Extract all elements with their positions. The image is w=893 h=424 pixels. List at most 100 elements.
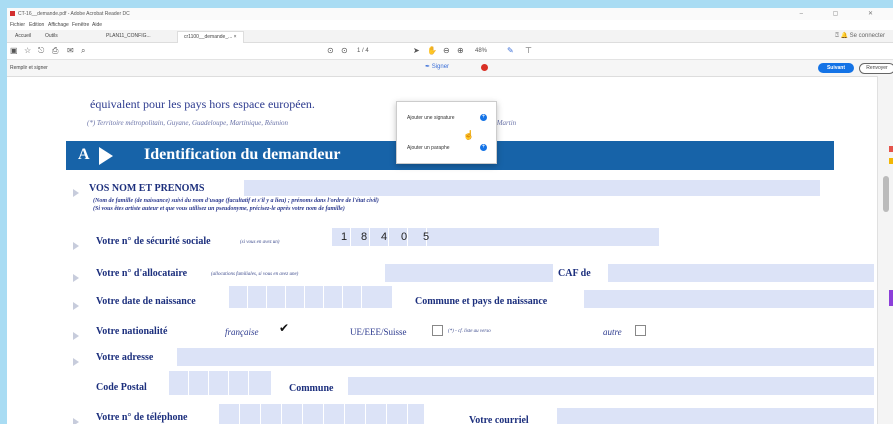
comment-marker[interactable]: [889, 158, 893, 164]
birth-date-cell[interactable]: [286, 286, 305, 308]
postal-code-cell[interactable]: [209, 371, 229, 395]
annotate-icon[interactable]: ✎: [507, 46, 514, 55]
name-help-1: (Nom de famille (de naissance) suivi du …: [93, 198, 379, 204]
commune-field[interactable]: [348, 377, 874, 395]
birth-date-cell[interactable]: [305, 286, 324, 308]
page-up-icon[interactable]: ⊙: [327, 46, 334, 55]
ss-hint: (si vous en avez un): [240, 240, 280, 245]
nationality-french-label: française: [225, 327, 259, 337]
window-controls[interactable]: – ▢ ✕: [800, 10, 887, 17]
birthplace-field[interactable]: [584, 290, 874, 308]
scrollbar-thumb[interactable]: [883, 176, 889, 212]
birth-date-cell[interactable]: [362, 286, 393, 308]
phone-cell[interactable]: [219, 404, 240, 424]
other-checkbox[interactable]: [635, 325, 646, 336]
birth-date-cell[interactable]: [248, 286, 267, 308]
add-initials-option[interactable]: Ajouter un paraphe: [407, 145, 450, 151]
birth-date-cell[interactable]: [343, 286, 362, 308]
phone-cell[interactable]: [303, 404, 324, 424]
menu-edit[interactable]: Edition: [29, 22, 44, 28]
tab-tools[interactable]: Outils: [45, 33, 58, 39]
ss-digit: 4: [381, 231, 388, 243]
menu-window[interactable]: Fenêtre: [72, 22, 89, 28]
tab-document-1[interactable]: PLAN11_CONFIG...: [106, 33, 151, 39]
bullet-arrow-icon: [73, 332, 79, 340]
window-title: CT-16__demande.pdf - Adobe Acrobat Reade…: [18, 11, 130, 17]
menu-help[interactable]: Aide: [92, 22, 102, 28]
next-button[interactable]: Suivant: [818, 63, 854, 73]
zoom-in-icon[interactable]: ⊕: [457, 46, 464, 55]
postal-code-cell[interactable]: [229, 371, 249, 395]
mouse-cursor-icon: ☝: [463, 130, 475, 140]
zoom-out-icon[interactable]: ⊖: [443, 46, 450, 55]
phone-cell[interactable]: [261, 404, 282, 424]
comment-marker[interactable]: [889, 146, 893, 152]
page-down-icon[interactable]: ⊙: [341, 46, 348, 55]
address-label: Votre adresse: [96, 352, 154, 363]
phone-cell[interactable]: [387, 404, 408, 424]
color-picker-dot[interactable]: [481, 64, 488, 71]
search-icon[interactable]: ⌕: [81, 46, 85, 56]
upload-icon[interactable]: ⎋: [38, 46, 44, 56]
fill-sign-label: Remplir et signer: [10, 65, 48, 71]
allocataire-field[interactable]: [385, 264, 553, 282]
right-scroll-panel: [877, 76, 893, 424]
phone-cell[interactable]: [240, 404, 261, 424]
phone-cell[interactable]: [366, 404, 387, 424]
zoom-level[interactable]: 48%: [475, 48, 487, 54]
phone-cell[interactable]: [408, 404, 425, 424]
phone-cell[interactable]: [345, 404, 366, 424]
bullet-arrow-icon: [73, 189, 79, 197]
tab-home[interactable]: Accueil: [15, 33, 31, 39]
add-initials-plus-icon[interactable]: +: [480, 144, 487, 151]
star-icon[interactable]: ☆: [24, 46, 31, 55]
resend-button[interactable]: Renvoyer: [859, 63, 893, 74]
ss-field-rest[interactable]: [427, 228, 659, 246]
page-number[interactable]: 1 / 4: [357, 48, 369, 54]
signature-pen-icon: ✒: [425, 64, 431, 70]
phone-cell[interactable]: [282, 404, 303, 424]
mail-icon[interactable]: ✉: [67, 46, 74, 55]
birth-date-label: Votre date de naissance: [96, 296, 196, 307]
save-icon[interactable]: ▣: [10, 46, 18, 55]
name-field[interactable]: [244, 180, 820, 196]
name-label: VOS NOM ET PRENOMS: [89, 183, 205, 194]
birth-date-cell[interactable]: [267, 286, 286, 308]
birth-date-cell[interactable]: [324, 286, 343, 308]
bullet-arrow-icon: [73, 274, 79, 282]
sign-tool-label: Signer: [431, 64, 450, 70]
eu-checkbox[interactable]: [432, 325, 443, 336]
add-signature-plus-icon[interactable]: +: [480, 114, 487, 121]
main-toolbar: ▣ ☆ ⎋ ⎙ ✉ ⌕ ⊙ ⊙ 1 / 4 ➤ ✋ ⊖ ⊕ 48% ✎ ⊤: [7, 43, 893, 60]
phone-cell[interactable]: [324, 404, 345, 424]
postal-code-cell[interactable]: [249, 371, 272, 395]
print-icon[interactable]: ⎙: [52, 46, 58, 56]
bullet-arrow-icon: [73, 358, 79, 366]
cursor-icon[interactable]: ➤: [413, 46, 420, 55]
add-signature-option[interactable]: Ajouter une signature: [407, 115, 455, 121]
email-label: Votre courriel: [469, 415, 529, 424]
hand-icon[interactable]: ✋: [427, 46, 437, 55]
section-letter: A: [78, 146, 90, 163]
postal-code-cell[interactable]: [189, 371, 209, 395]
account-area[interactable]: ⍰ 🔔 Se connecter: [835, 32, 885, 40]
birthplace-label: Commune et pays de naissance: [415, 296, 548, 307]
postal-code-cell[interactable]: [169, 371, 189, 395]
french-checkbox[interactable]: ✔: [279, 322, 289, 334]
signature-menu: Ajouter une signature + ☝ Ajouter un par…: [396, 101, 497, 164]
ss-digit: 1: [341, 231, 348, 243]
menu-view[interactable]: Affichage: [48, 22, 69, 28]
sign-tool-button[interactable]: ✒ Signer: [425, 63, 449, 70]
postal-code-label: Code Postal: [96, 382, 147, 393]
eu-hint: (*) - cf. liste au verso: [448, 329, 491, 334]
tool-marker[interactable]: [889, 290, 893, 306]
nationality-eu-label: UE/EEE/Suisse: [350, 327, 407, 337]
footnote-text: (*) Territoire métropolitain, Guyane, Gu…: [87, 119, 288, 127]
caf-field[interactable]: [608, 264, 874, 282]
address-field[interactable]: [177, 348, 874, 366]
email-field[interactable]: [557, 408, 874, 424]
birth-date-cell[interactable]: [229, 286, 248, 308]
pin-icon[interactable]: ⊤: [525, 46, 532, 55]
menu-file[interactable]: Fichier: [10, 22, 25, 28]
allocataire-hint: (allocations familiales, si vous en avez…: [211, 272, 299, 277]
